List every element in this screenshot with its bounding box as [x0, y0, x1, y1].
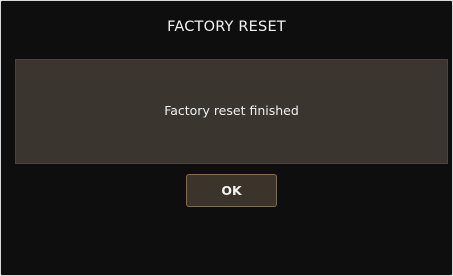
factory-reset-dialog: FACTORY RESET Factory reset finished OK	[0, 0, 453, 276]
message-panel: Factory reset finished	[15, 59, 448, 164]
message-text: Factory reset finished	[164, 103, 299, 118]
dialog-title: FACTORY RESET	[167, 19, 286, 35]
ok-button[interactable]: OK	[186, 174, 277, 207]
